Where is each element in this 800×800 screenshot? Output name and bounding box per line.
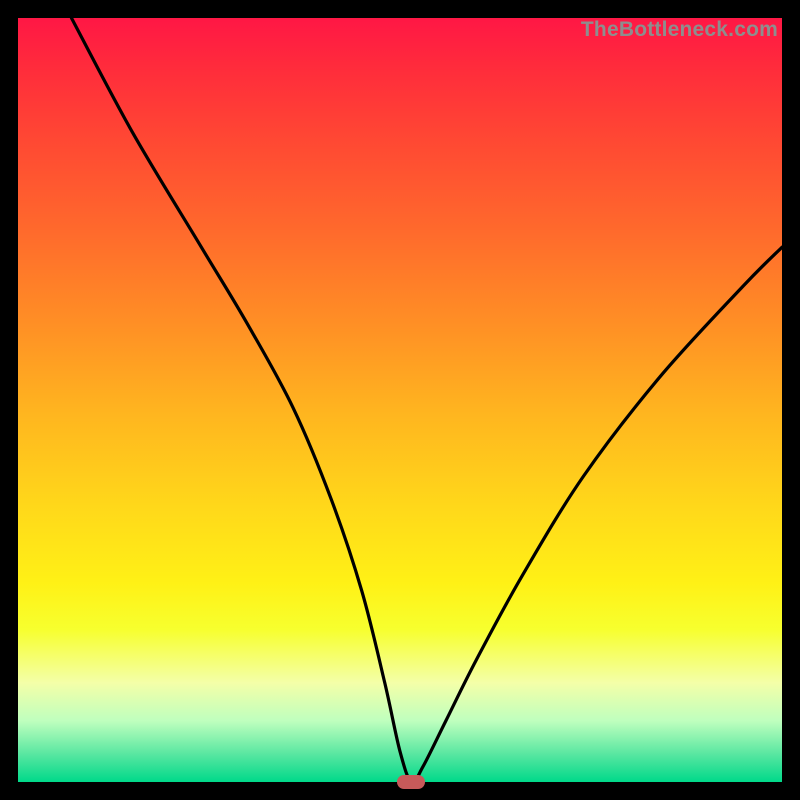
optimal-point-marker — [397, 775, 425, 789]
plot-area: TheBottleneck.com — [18, 18, 782, 782]
bottleneck-curve — [18, 18, 782, 782]
chart-frame: TheBottleneck.com — [0, 0, 800, 800]
